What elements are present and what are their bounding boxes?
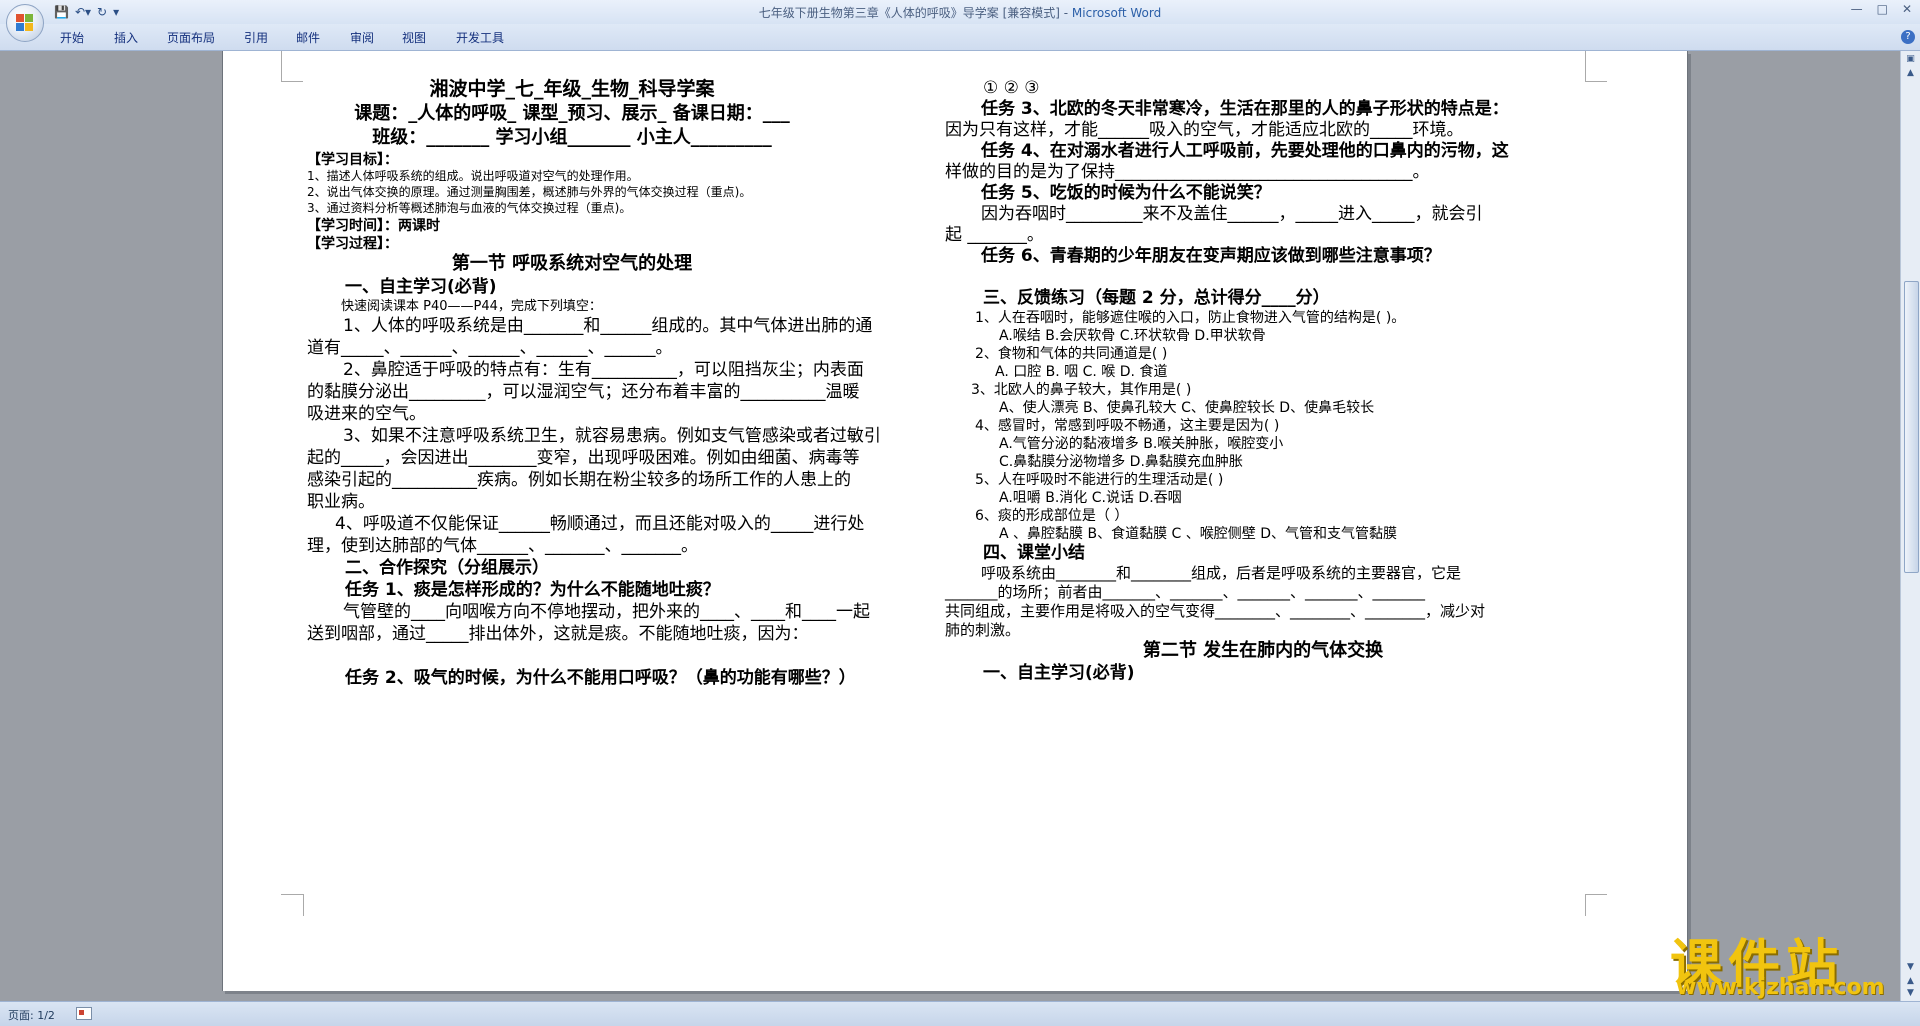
ruler-toggle-icon[interactable]: ▣ [1904, 53, 1917, 65]
prev-page-icon[interactable]: ▲ [1904, 975, 1917, 987]
right-column-line: 一、自主学习(必背) [983, 663, 1135, 683]
title-bar: 💾 ↶▾ ↻ ▾ 七年级下册生物第三章《人体的呼吸》导学案 [兼容模式] - M… [0, 0, 1920, 24]
right-column-line: 共同组成，主要作用是将吸入的空气变得________、________、____… [945, 602, 1486, 620]
app-name: Microsoft Word [1071, 6, 1162, 20]
maximize-icon[interactable]: □ [1877, 2, 1888, 16]
help-icon[interactable]: ? [1901, 30, 1915, 44]
right-column-line: A.喉结 B.会厌软骨 C.环状软骨 D.甲状软骨 [999, 328, 1266, 344]
left-column-line: 课题：_人体的呼吸_ 课型_预习、展示_ 备课日期：___ [354, 103, 790, 124]
left-column-line: 送到咽部，通过_____排出体外，这就是痰。不能随地吐痰，因为： [307, 624, 809, 644]
tab-references[interactable]: 引用 [244, 29, 268, 46]
crop-mark-top-right [1585, 59, 1607, 82]
vertical-scrollbar[interactable]: ▣ ▲ ▼ ▲ ▼ [1900, 51, 1920, 1001]
crop-mark-top-left [281, 59, 303, 82]
left-column-line: 3、如果不注意呼吸系统卫生，就容易患病。例如支气管感染或者过敏引 [343, 426, 881, 446]
right-column-line: _______的场所；前者由_______、_______、_______、__… [945, 583, 1426, 601]
left-column-line: 道有_____、______、______、______、______。 [307, 338, 673, 358]
left-column-line: 任务 1、痰是怎样形成的？为什么不能随地吐痰？ [345, 580, 720, 600]
left-column-line: 2、说出气体交换的原理。通过测量胸围差，概述肺与外界的气体交换过程（重点)。 [307, 185, 752, 199]
right-column-line: 样做的目的是为了保持______________________________… [945, 162, 1430, 182]
left-column-line: 【学习过程】： [307, 236, 398, 252]
right-column-line: 6、痰的形成部位是（ ） [975, 508, 1129, 524]
minimize-icon[interactable]: — [1851, 2, 1863, 16]
right-column-line: 5、人在呼吸时不能进行的生理活动是( ) [975, 472, 1224, 488]
right-column-line: 任务 6、青春期的少年朋友在变声期应该做到哪些注意事项？ [981, 246, 1441, 266]
left-column-line: 快速阅读课本 P40——P44，完成下列填空： [341, 299, 602, 314]
right-column-line: A.咀嚼 B.消化 C.说话 D.吞咽 [999, 490, 1182, 506]
left-column-line: 感染引起的__________疾病。例如长期在粉尘较多的场所工作的人患上的 [307, 470, 851, 490]
right-column-line: 1、人在吞咽时，能够遮住喉的入口，防止食物进入气管的结构是( )。 [975, 310, 1406, 326]
window-controls: — □ ✕ [1851, 2, 1912, 16]
left-column-line: 4、呼吸道不仅能保证______畅顺通过，而且还能对吸入的_____进行处 [335, 514, 865, 534]
left-column-line: 3、通过资料分析等概述肺泡与血液的气体交换过程（重点)。 [307, 201, 632, 215]
right-column-line: 因为吞咽时_________来不及盖住______，_____进入_____，就… [981, 204, 1483, 224]
scroll-down-icon[interactable]: ▼ [1904, 961, 1917, 973]
scrollbar-thumb[interactable] [1904, 281, 1919, 573]
close-icon[interactable]: ✕ [1902, 2, 1912, 16]
crop-mark-bottom-left [281, 894, 303, 917]
left-column-line: 起的_____，会因进出________变窄，出现呼吸困难。例如由细菌、病毒等 [307, 448, 860, 468]
left-column-line: 第一节 呼吸系统对空气的处理 [451, 253, 693, 274]
tab-page-layout[interactable]: 页面布局 [167, 29, 215, 46]
right-column-line: 任务 4、在对溺水者进行人工呼吸前，先要处理他的口鼻内的污物，这 [981, 141, 1509, 161]
tab-developer[interactable]: 开发工具 [456, 29, 504, 46]
document-page[interactable]: 湘波中学_七_年级_生物_科导学案课题：_人体的呼吸_ 课型_预习、展示_ 备课… [222, 51, 1688, 991]
crop-mark-top-left-v [281, 51, 282, 81]
left-column-line: 吸进来的空气。 [307, 404, 426, 424]
left-column-line: 职业病。 [307, 492, 375, 512]
tab-home[interactable]: 开始 [60, 29, 84, 46]
right-column-line: 第二节 发生在肺内的气体交换 [1142, 640, 1384, 661]
right-column-line: 任务 3、北欧的冬天非常寒冷，生活在那里的人的鼻子形状的特点是： [981, 99, 1509, 119]
right-column-line: 任务 5、吃饭的时候为什么不能说笑？ [981, 183, 1271, 203]
right-column-line: A.气管分泌的黏液增多 B.喉关肿胀，喉腔变小 [999, 436, 1284, 452]
watermark-url: www.kjzhan.com [1676, 975, 1885, 1000]
left-column-line: 理，使到达肺部的气体______、_______、_______。 [307, 536, 698, 556]
crop-mark-bottom-left-v [303, 894, 304, 916]
tab-review[interactable]: 审阅 [350, 29, 374, 46]
tab-insert[interactable]: 插入 [114, 29, 138, 46]
right-column-line: A 、鼻腔黏膜 B、食道黏膜 C 、喉腔侧壁 D、气管和支气管黏膜 [999, 526, 1397, 542]
right-column-line: 因为只有这样，才能______吸入的空气，才能适应北欧的_____环境。 [945, 120, 1464, 140]
office-logo-icon [16, 14, 34, 32]
office-button[interactable] [6, 4, 44, 42]
tab-view[interactable]: 视图 [402, 29, 426, 46]
left-column-line: 气管壁的____向咽喉方向不停地摆动，把外来的____、____和____一起 [343, 602, 870, 622]
right-column-line: 三、反馈练习（每题 2 分，总计得分____分） [983, 288, 1330, 308]
right-column-line: ① ② ③ [983, 78, 1040, 98]
crop-mark-bottom-right [1585, 894, 1607, 917]
right-column-line: 起 _______。 [945, 225, 1044, 245]
ribbon-tab-bar: 开始 插入 页面布局 引用 邮件 审阅 视图 开发工具 ? [0, 24, 1920, 51]
right-column-line: 3、北欧人的鼻子较大，其作用是( ) [971, 382, 1192, 398]
left-column-line: 1、人体的呼吸系统是由_______和______组成的。其中气体进出肺的通 [343, 316, 873, 336]
next-page-icon[interactable]: ▼ [1904, 987, 1917, 999]
left-column-line: 湘波中学_七_年级_生物_科导学案 [429, 78, 715, 100]
left-column-line: 【学习时间】：两课时 [307, 218, 440, 234]
right-column-line: C.鼻黏膜分泌物增多 D.鼻黏膜充血肿胀 [999, 454, 1243, 470]
right-column-line: 2、食物和气体的共同通道是( ) [975, 346, 1168, 362]
left-column-line: 1、描述人体呼吸系统的组成。说出呼吸道对空气的处理作用。 [307, 169, 639, 183]
right-column-line: 四、课堂小结 [983, 543, 1085, 563]
scroll-up-icon[interactable]: ▲ [1904, 67, 1917, 79]
left-column-line: 【学习目标】： [307, 152, 398, 168]
right-column-line: 4、感冒时，常感到呼吸不畅通，这主要是因为( ) [975, 418, 1280, 434]
right-column-line: A. 口腔 B. 咽 C. 喉 D. 食道 [995, 364, 1168, 380]
page-indicator[interactable]: 页面: 1/2 [8, 1007, 55, 1023]
right-column-line: A、使人漂亮 B、使鼻孔较大 C、使鼻腔较长 D、使鼻毛较长 [999, 400, 1375, 416]
crop-mark-top-right-v [1585, 51, 1586, 81]
crop-mark-bottom-right-v [1585, 894, 1586, 916]
tab-mailings[interactable]: 邮件 [296, 29, 320, 46]
status-bar: 页面: 1/2 [0, 1001, 1920, 1026]
left-column-line: 二、合作探究（分组展示） [345, 558, 549, 578]
left-column-line: 班级：_______ 学习小组_______ 小主人_________ [372, 127, 772, 148]
right-column-line: 呼吸系统由________和________组成，后者是呼吸系统的主要器官，它是 [981, 564, 1462, 582]
left-column-line: 的黏膜分泌出_________，可以湿润空气；还分布着丰富的__________… [307, 382, 860, 402]
document-title: 七年级下册生物第三章《人体的呼吸》导学案 [兼容模式] - [758, 6, 1072, 20]
left-column-line: 一、自主学习(必背) [345, 277, 497, 297]
proofing-icon[interactable] [76, 1007, 92, 1020]
right-column-line: 肺的刺激。 [945, 621, 1021, 639]
left-column-line: 2、鼻腔适于呼吸的特点有：生有__________，可以阻挡灰尘；内表面 [343, 360, 864, 380]
left-column-line: 任务 2、吸气的时候，为什么不能用口呼吸？（鼻的功能有哪些？） [345, 668, 856, 688]
window-title: 七年级下册生物第三章《人体的呼吸》导学案 [兼容模式] - Microsoft … [0, 4, 1920, 21]
